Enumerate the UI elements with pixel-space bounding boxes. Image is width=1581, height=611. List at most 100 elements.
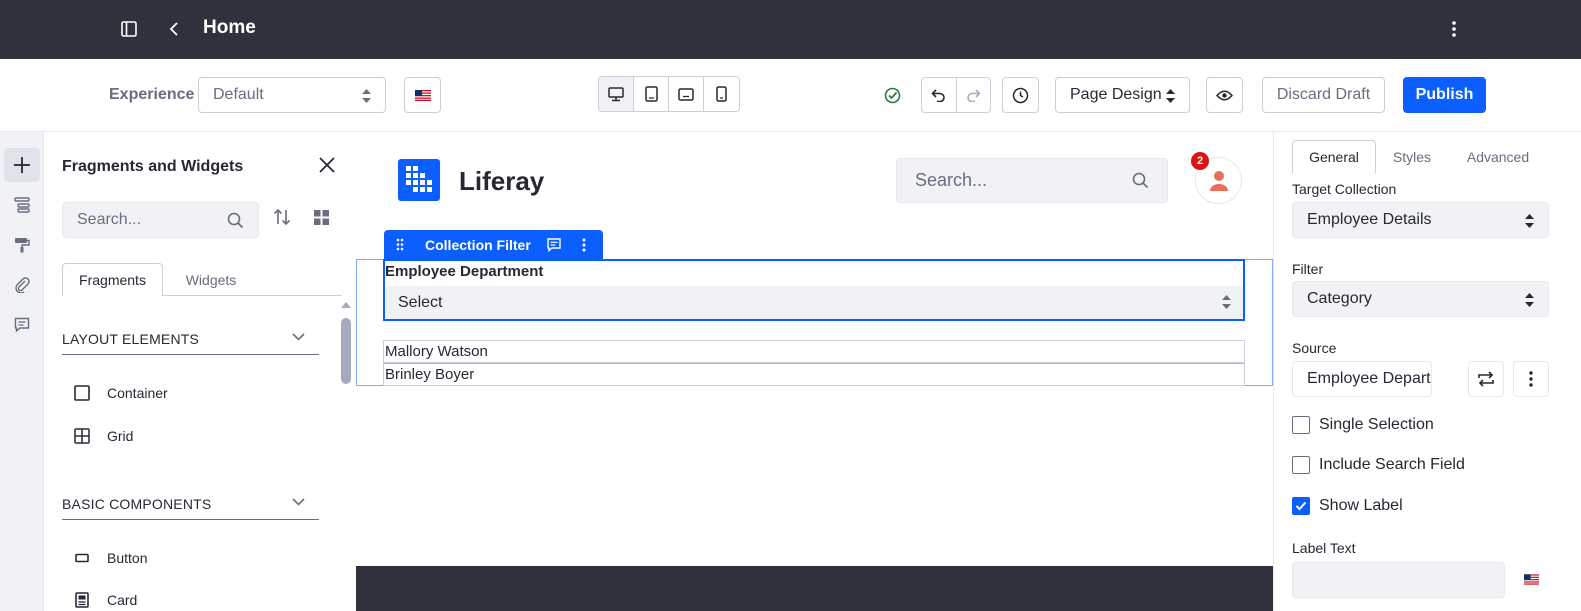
fragment-item-label: Container [107, 385, 168, 401]
redo-button[interactable] [957, 78, 991, 112]
fragments-search-input[interactable]: Search... [62, 202, 259, 238]
check-icon [1295, 501, 1307, 511]
checkbox-box[interactable] [1292, 416, 1310, 434]
configuration-panel: General Styles Advanced Target Collectio… [1273, 132, 1581, 611]
fragment-item-grid[interactable]: Grid [74, 424, 133, 448]
us-flag-icon [414, 89, 431, 101]
site-search-input[interactable]: Search... [896, 158, 1168, 203]
tab-general[interactable]: General [1292, 140, 1376, 174]
show-label-checkbox[interactable]: Show Label [1292, 497, 1403, 515]
select-caret-icon [1525, 293, 1534, 307]
filter-type-select[interactable]: Category [1292, 281, 1549, 317]
change-source-button[interactable] [1468, 361, 1504, 397]
department-filter-select[interactable]: Select [385, 286, 1243, 319]
comments-tab[interactable] [4, 308, 40, 342]
checkbox-label: Single Selection [1319, 416, 1434, 433]
fragment-name: Collection Filter [425, 237, 531, 253]
tablet-view-button[interactable] [634, 77, 669, 111]
landscape-phone-icon [678, 87, 694, 101]
select-caret-icon [1525, 214, 1534, 228]
scrollbar-thumb[interactable] [341, 318, 351, 384]
chevron-down-icon [292, 333, 305, 341]
fragment-topper[interactable]: Collection Filter [384, 230, 603, 260]
fragments-panel: Fragments and Widgets Search... Fragment… [44, 132, 359, 611]
target-collection-value: Employee Details [1307, 211, 1432, 228]
comment-icon[interactable] [547, 238, 561, 252]
comment-icon [14, 317, 30, 333]
close-icon[interactable] [318, 156, 338, 176]
target-collection-label: Target Collection [1292, 181, 1397, 197]
side-rail [0, 132, 44, 611]
single-selection-checkbox[interactable]: Single Selection [1292, 416, 1434, 434]
history-clock-icon [1012, 87, 1029, 103]
tab-fragments[interactable]: Fragments [62, 263, 163, 297]
container-icon [74, 385, 90, 401]
fragment-options-icon[interactable] [582, 238, 586, 252]
fragment-item-container[interactable]: Container [74, 381, 168, 405]
label-text-label: Label Text [1292, 540, 1356, 556]
back-icon[interactable] [162, 17, 186, 41]
experience-select[interactable]: Default [198, 77, 386, 113]
include-search-field-checkbox[interactable]: Include Search Field [1292, 456, 1465, 474]
card-view-icon[interactable] [313, 209, 330, 231]
page-design-options-tab[interactable] [4, 228, 40, 262]
select-caret-icon [362, 89, 371, 103]
label-text-input[interactable] [1292, 562, 1505, 598]
browser-tab[interactable] [4, 188, 40, 222]
language-flag-button[interactable] [404, 77, 441, 113]
discard-draft-button[interactable]: Discard Draft [1262, 77, 1385, 113]
checkbox-box[interactable] [1292, 456, 1310, 474]
mappings-tab[interactable] [4, 268, 40, 302]
landscape-view-button[interactable] [669, 77, 704, 111]
user-icon [1209, 170, 1228, 191]
sidebar-toggle-icon[interactable] [117, 17, 141, 41]
select-caret-icon [1166, 89, 1175, 103]
config-tabs: General Styles Advanced [1292, 140, 1581, 174]
history-button[interactable] [1002, 77, 1039, 113]
section-label: LAYOUT ELEMENTS [62, 330, 200, 347]
paperclip-icon [15, 277, 30, 293]
fragment-item-card[interactable]: Card [74, 588, 137, 611]
undo-button[interactable] [922, 78, 957, 112]
checkbox-label: Include Search Field [1319, 456, 1465, 473]
tab-styles[interactable]: Styles [1376, 140, 1448, 174]
liferay-logo-icon [398, 159, 440, 201]
checkbox-box[interactable] [1292, 497, 1310, 515]
panel-title: Fragments and Widgets [62, 158, 244, 175]
redo-icon [966, 89, 981, 102]
eye-icon [1216, 90, 1233, 100]
fragment-item-label: Button [107, 550, 148, 566]
fragments-tabs: Fragments Widgets [62, 263, 342, 297]
publish-button[interactable]: Publish [1403, 77, 1486, 113]
target-collection-select[interactable]: Employee Details [1292, 202, 1549, 238]
options-icon[interactable] [1442, 17, 1466, 41]
tab-advanced[interactable]: Advanced [1448, 140, 1548, 174]
sort-icon[interactable] [273, 208, 291, 231]
add-fragments-tab[interactable] [4, 148, 40, 182]
site-brand-name: Liferay [459, 166, 545, 196]
grid-icon [74, 428, 90, 444]
desktop-view-button[interactable] [599, 77, 634, 111]
us-flag-icon[interactable] [1524, 574, 1539, 585]
filter-label: Employee Department [385, 263, 544, 280]
tablet-icon [644, 86, 658, 102]
page-design-select[interactable]: Page Design [1055, 77, 1190, 113]
checkbox-label: Show Label [1319, 497, 1403, 514]
fragment-item-label: Card [107, 592, 138, 608]
section-layout-elements[interactable]: LAYOUT ELEMENTS [62, 323, 319, 355]
filter-type-value: Category [1307, 290, 1372, 307]
page-design-value: Page Design [1070, 86, 1162, 103]
portrait-view-button[interactable] [704, 77, 739, 111]
plus-icon [14, 157, 30, 173]
source-input[interactable]: Employee Depart... [1292, 361, 1432, 397]
top-bar: Home [0, 0, 1581, 59]
section-basic-components[interactable]: BASIC COMPONENTS [62, 488, 319, 520]
drag-handle-icon[interactable] [396, 238, 404, 251]
desktop-icon [608, 86, 624, 101]
source-options-button[interactable] [1513, 361, 1549, 397]
tab-widgets[interactable]: Widgets [163, 263, 259, 296]
preview-button[interactable] [1206, 77, 1243, 113]
editor-toolbar: Experience Default Page Design Discard D… [0, 59, 1581, 132]
list-item: Mallory Watson [383, 340, 1245, 363]
fragment-item-button[interactable]: Button [74, 546, 147, 570]
